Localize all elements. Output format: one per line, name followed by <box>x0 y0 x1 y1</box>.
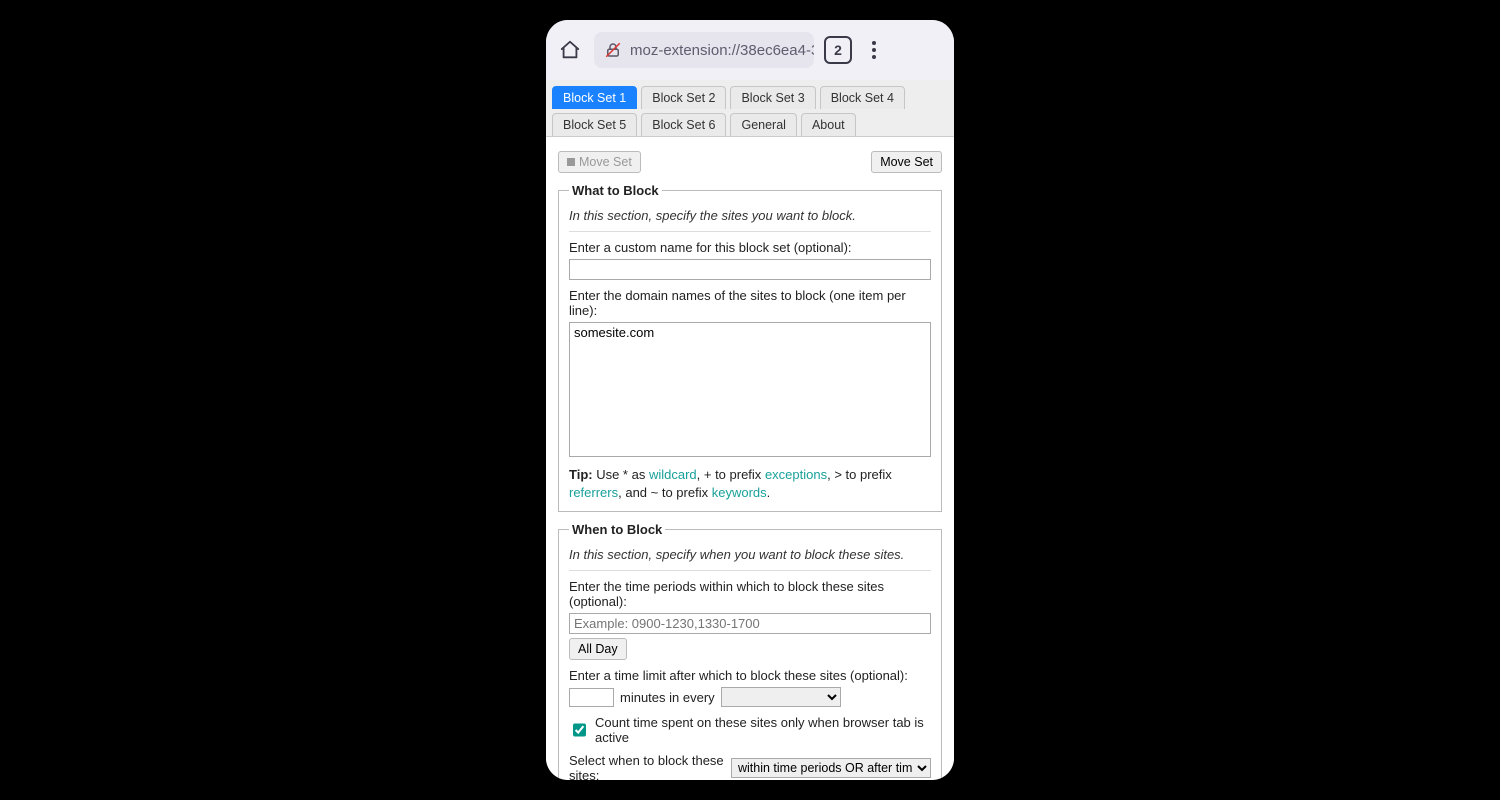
move-set-row: Move Set Move Set <box>558 151 942 173</box>
count-active-label: Count time spent on these sites only whe… <box>595 715 931 745</box>
tip-text: Tip: Use * as wildcard, + to prefix exce… <box>569 466 931 501</box>
tab-blockset-1[interactable]: Block Set 1 <box>552 86 637 109</box>
browser-chrome: moz-extension://38ec6ea4-3 2 <box>546 20 954 80</box>
stop-icon <box>567 158 575 166</box>
tab-blockset-2[interactable]: Block Set 2 <box>641 86 726 109</box>
tab-blockset-3[interactable]: Block Set 3 <box>730 86 815 109</box>
block-mode-row: Select when to block these sites: within… <box>569 753 931 780</box>
move-set-left-label: Move Set <box>579 155 632 169</box>
tab-count-button[interactable]: 2 <box>824 36 852 64</box>
periods-input[interactable] <box>569 613 931 634</box>
block-mode-label: Select when to block these sites: <box>569 753 725 780</box>
what-to-block-fieldset: What to Block In this section, specify t… <box>558 183 942 512</box>
mobile-device-frame: moz-extension://38ec6ea4-3 2 Block Set 1… <box>546 20 954 780</box>
referrers-link[interactable]: referrers <box>569 485 618 500</box>
browser-menu-button[interactable] <box>862 41 886 59</box>
tab-about[interactable]: About <box>801 113 856 136</box>
tip-part: Use * as <box>593 467 649 482</box>
dot-icon <box>872 55 876 59</box>
what-legend: What to Block <box>569 183 662 198</box>
page-content: Block Set 1 Block Set 2 Block Set 3 Bloc… <box>546 80 954 780</box>
dot-icon <box>872 48 876 52</box>
domains-label: Enter the domain names of the sites to b… <box>569 288 931 318</box>
url-text: moz-extension://38ec6ea4-3 <box>630 42 814 59</box>
limit-label: Enter a time limit after which to block … <box>569 668 931 683</box>
move-set-right-button[interactable]: Move Set <box>871 151 942 173</box>
when-hint: In this section, specify when you want t… <box>569 545 931 571</box>
count-active-checkbox[interactable] <box>573 723 586 737</box>
tab-count-value: 2 <box>834 42 842 58</box>
set-name-label: Enter a custom name for this block set (… <box>569 240 931 255</box>
set-name-input[interactable] <box>569 259 931 280</box>
tab-blockset-6[interactable]: Block Set 6 <box>641 113 726 136</box>
tip-part: , and ~ to prefix <box>618 485 712 500</box>
count-active-row: Count time spent on these sites only whe… <box>569 715 931 745</box>
when-legend: When to Block <box>569 522 665 537</box>
all-day-button[interactable]: All Day <box>569 638 627 660</box>
insecure-lock-icon <box>604 41 622 59</box>
tip-part: , + to prefix <box>697 467 765 482</box>
block-mode-select[interactable]: within time periods OR after time limit <box>731 758 931 778</box>
dot-icon <box>872 41 876 45</box>
minutes-text: minutes in every <box>620 690 715 705</box>
move-set-left-button: Move Set <box>558 151 641 173</box>
exceptions-link[interactable]: exceptions <box>765 467 827 482</box>
tab-bar: Block Set 1 Block Set 2 Block Set 3 Bloc… <box>546 80 954 137</box>
when-to-block-fieldset: When to Block In this section, specify w… <box>558 522 942 780</box>
domains-textarea[interactable] <box>569 322 931 457</box>
home-icon <box>559 39 581 61</box>
tip-part: . <box>767 485 771 500</box>
keywords-link[interactable]: keywords <box>712 485 767 500</box>
tab-blockset-5[interactable]: Block Set 5 <box>552 113 637 136</box>
wildcard-link[interactable]: wildcard <box>649 467 697 482</box>
period-select[interactable] <box>721 687 841 707</box>
tab-blockset-4[interactable]: Block Set 4 <box>820 86 905 109</box>
tip-part: , > to prefix <box>827 467 892 482</box>
limit-row: minutes in every <box>569 687 931 707</box>
url-bar[interactable]: moz-extension://38ec6ea4-3 <box>594 32 814 68</box>
tip-prefix: Tip: <box>569 467 593 482</box>
what-hint: In this section, specify the sites you w… <box>569 206 931 232</box>
periods-label: Enter the time periods within which to b… <box>569 579 931 609</box>
home-button[interactable] <box>556 36 584 64</box>
minutes-input[interactable] <box>569 688 614 707</box>
move-set-right-label: Move Set <box>880 155 933 169</box>
tab-general[interactable]: General <box>730 113 796 136</box>
settings-panel: Move Set Move Set What to Block In this … <box>546 137 954 780</box>
